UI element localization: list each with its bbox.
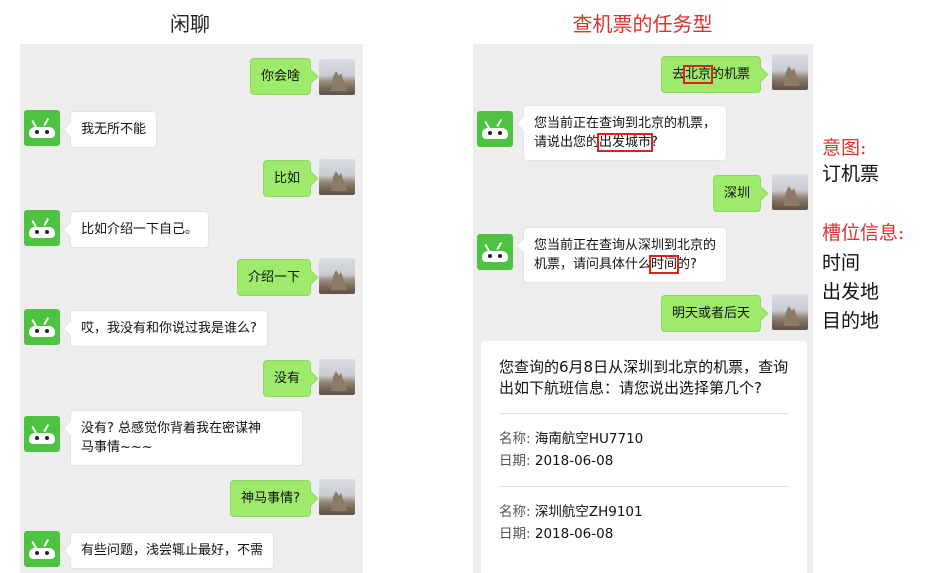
message-bubble[interactable]: 没有? 总感觉你背着我在密谋神 马事情~~~ <box>70 410 303 466</box>
flight-option[interactable]: 名称: 深圳航空ZH9101 日期: 2018-06-08 <box>499 501 789 545</box>
message-bubble[interactable]: 您当前正在查询到北京的机票， 请说出您的出发城市? <box>523 105 728 161</box>
message-bubble[interactable]: 明天或者后天 <box>660 295 761 332</box>
flight-name: 海南航空HU7710 <box>534 431 644 447</box>
left-title: 闲聊 <box>170 12 210 36</box>
bot-avatar-icon <box>24 110 60 146</box>
user-avatar <box>772 54 808 90</box>
slot-item: 目的地 <box>822 310 880 332</box>
message-text: 的机票 <box>710 67 750 82</box>
message-bubble[interactable]: 哎，我没有和你说过我是谁么? <box>70 310 268 347</box>
message-bubble[interactable]: 没有 <box>262 360 311 397</box>
user-avatar <box>772 174 808 210</box>
message-line: 没有? 总感觉你背着我在密谋神 <box>81 421 262 436</box>
right-title: 查机票的任务型 <box>572 12 713 36</box>
message-bubble[interactable]: 介绍一下 <box>236 259 311 296</box>
divider <box>499 413 789 414</box>
message-bubble[interactable]: 神马事情? <box>230 480 311 517</box>
bot-avatar-icon <box>477 111 513 147</box>
slot-item: 出发地 <box>822 281 880 303</box>
message-bubble[interactable]: 我无所不能 <box>70 111 158 148</box>
flight-option[interactable]: 名称: 海南航空HU7710 日期: 2018-06-08 <box>499 428 789 472</box>
bot-avatar-icon <box>24 309 60 345</box>
task-panel[interactable]: 去北京的机票 您当前正在查询到北京的机票， 请说出您的出发城市? 深圳 您当前正… <box>473 44 813 573</box>
slot-label: 槽位信息: <box>822 222 905 244</box>
message-bubble[interactable]: 您当前正在查询从深圳到北京的 机票，请问具体什么时间的? <box>523 227 728 283</box>
message-bubble[interactable]: 去北京的机票 <box>660 56 761 93</box>
user-avatar <box>319 258 355 294</box>
user-avatar <box>319 359 355 395</box>
message-bubble[interactable]: 比如 <box>262 160 311 197</box>
bot-avatar-icon <box>24 210 60 246</box>
slot-highlight-origin: 出发城市 <box>597 133 654 152</box>
message-line: 请说出您的出发城市? <box>534 133 658 152</box>
bot-avatar-icon <box>477 234 513 270</box>
flight-date: 2018-06-08 <box>534 453 614 469</box>
slot-item: 时间 <box>822 252 861 274</box>
message-bubble[interactable]: 比如介绍一下自己。 <box>70 211 210 248</box>
intent-label: 意图: <box>822 137 867 159</box>
slot-highlight-destination: 北京 <box>682 65 713 84</box>
bot-avatar-icon <box>24 416 60 452</box>
flight-name: 深圳航空ZH9101 <box>534 504 643 520</box>
chitchat-panel[interactable]: 你会啥 我无所不能 比如 比如介绍一下自己。 介绍一下 哎，我没有和你说过我是谁… <box>20 44 363 573</box>
message-bubble[interactable]: 深圳 <box>712 175 761 212</box>
message-line: 您当前正在查询到北京的机票， <box>534 116 717 131</box>
message-line: 马事情~~~ <box>81 440 153 455</box>
slot-highlight-time: 时间 <box>649 255 680 274</box>
message-bubble[interactable]: 你会啥 <box>249 58 311 95</box>
user-avatar <box>319 479 355 515</box>
flight-result-card[interactable]: 您查询的6月8日从深圳到北京的机票，查询出如下航班信息：请您说出选择第几个? 名… <box>481 341 807 573</box>
message-bubble[interactable]: 有些问题，浅尝辄止最好，不需 <box>70 532 275 569</box>
message-line: 您当前正在查询从深圳到北京的 <box>534 238 717 253</box>
bot-avatar-icon <box>24 531 60 567</box>
user-avatar <box>772 294 808 330</box>
flight-date: 2018-06-08 <box>534 526 614 542</box>
intent-value: 订机票 <box>822 163 880 185</box>
message-line: 机票，请问具体什么时间的? <box>534 255 697 274</box>
divider <box>499 486 789 487</box>
user-avatar <box>319 59 355 95</box>
result-message: 您查询的6月8日从深圳到北京的机票，查询出如下航班信息：请您说出选择第几个? <box>499 358 789 397</box>
user-avatar <box>319 159 355 195</box>
message-text: 去 <box>671 67 685 82</box>
